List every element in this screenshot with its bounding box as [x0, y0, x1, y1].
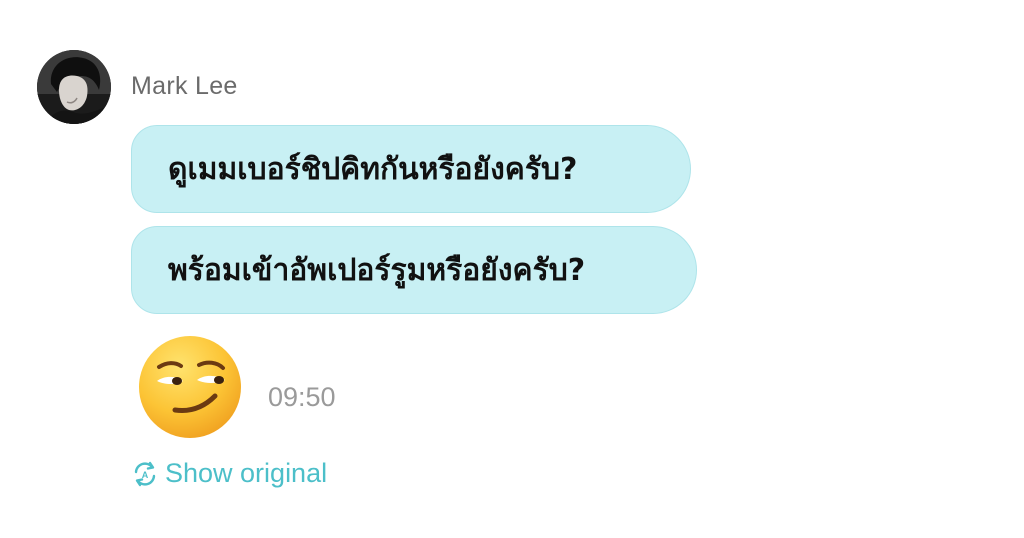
message-text: ดูเมมเบอร์ชิปคิทกันหรือยังครับ?	[168, 151, 578, 187]
message-bubble[interactable]: ดูเมมเบอร์ชิปคิทกันหรือยังครับ?	[131, 125, 691, 213]
message-bubble[interactable]: พร้อมเข้าอัพเปอร์รูมหรือยังครับ?	[131, 226, 697, 314]
previous-message-fragment	[250, 0, 290, 4]
avatar[interactable]	[37, 50, 111, 124]
sender-name: Mark Lee	[131, 72, 238, 100]
show-original-button[interactable]: A Show original	[131, 458, 327, 489]
message-timestamp: 09:50	[268, 382, 336, 412]
svg-text:A: A	[142, 470, 149, 480]
message-text: พร้อมเข้าอัพเปอร์รูมหรือยังครับ?	[168, 252, 586, 288]
translate-refresh-icon: A	[134, 461, 156, 486]
show-original-label: Show original	[165, 458, 328, 488]
smirking-face-emoji[interactable]	[137, 334, 243, 440]
